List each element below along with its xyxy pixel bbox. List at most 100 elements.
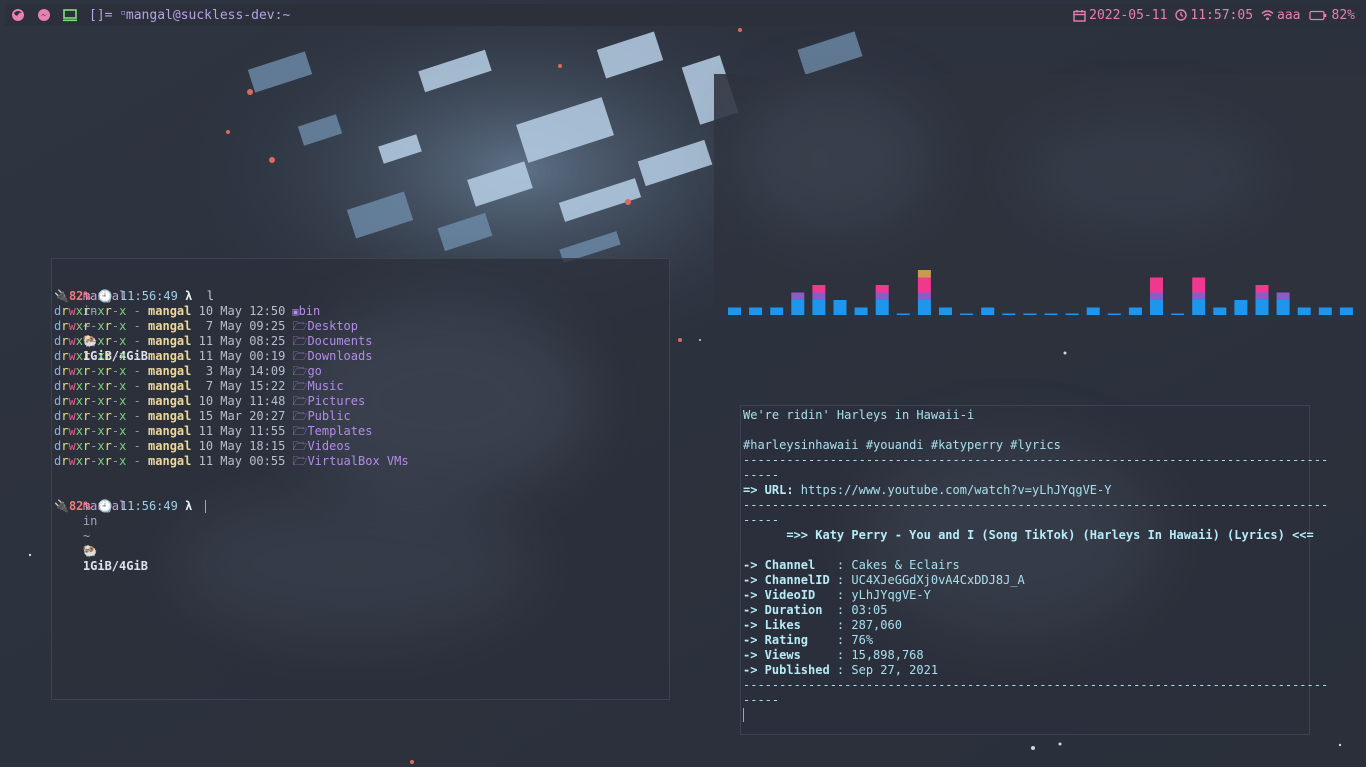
- listing-date: 10 May 12:50: [191, 304, 293, 318]
- prompt-battery: 82%: [68, 289, 91, 303]
- folder-icon: 🗁: [292, 454, 308, 468]
- listing-date: 7 May 15:22: [191, 379, 293, 393]
- spectrum-bar: [1044, 313, 1058, 315]
- wifi-label: aaa: [1277, 7, 1301, 23]
- listing-name[interactable]: VirtualBox VMs: [307, 454, 408, 468]
- field-label: -> VideoID: [743, 588, 830, 602]
- spectrum-bars: [728, 270, 1353, 315]
- folder-icon: 🗁: [292, 394, 308, 408]
- output-line: ----------------------------------------…: [743, 498, 1328, 513]
- listing-owner: mangal: [148, 319, 192, 333]
- output-text: ----------------------------------------…: [743, 498, 1329, 512]
- folder-icon: 🗁: [292, 424, 308, 438]
- spectrum-bar: [917, 270, 931, 315]
- listing-row: drwxr-xr-x - mangal 7 May 09:25 🗁Desktop: [54, 319, 359, 333]
- window-title: ▫mangal@suckless-dev:~: [120, 7, 291, 23]
- listing-date: 10 May 11:48: [191, 394, 293, 408]
- listing-date: 11 May 08:25: [191, 334, 293, 348]
- listing-permissions: drwxr-xr-x: [54, 454, 127, 468]
- field-label: -> Likes: [743, 618, 830, 632]
- field-label: -> Channel: [743, 558, 830, 572]
- output-line: -> ChannelID : UC4XJeGGdXj0vA4CxDDJ8J_A: [743, 573, 1025, 588]
- prompt-memory: 1GiB/4GiB: [82, 559, 148, 573]
- field-label: -> Rating: [743, 633, 830, 647]
- field-value: : 287,060: [829, 618, 902, 632]
- firefox-icon[interactable]: [5, 4, 31, 26]
- listing-name[interactable]: Music: [307, 379, 343, 393]
- listing-owner: mangal: [148, 349, 192, 363]
- prompt-line-input[interactable]: 🔌82% 🕘 11:56:49 λ: [54, 499, 206, 514]
- prompt-dir: ~: [82, 529, 91, 543]
- spectrum-bar: [1171, 313, 1185, 315]
- prompt-lambda: λ: [185, 289, 193, 303]
- listing-name[interactable]: bin: [299, 304, 321, 318]
- terminal-window-file-listing[interactable]: mangal in ~ 🐏 1GiB/4GiB 🔌82% 🕘 11:56:49 …: [51, 258, 670, 700]
- spectrum-bar: [833, 300, 847, 315]
- spectrum-bar: [1065, 313, 1079, 315]
- date-label: 2022-05-11: [1089, 7, 1168, 23]
- listing-name[interactable]: go: [307, 364, 321, 378]
- listing-permissions: drwxr-xr-x: [54, 334, 127, 348]
- prompt-line: mangal in ~ 🐏 1GiB/4GiB: [54, 484, 148, 573]
- messenger-icon[interactable]: [31, 4, 57, 26]
- spectrum-bar: [812, 285, 826, 315]
- listing-row: drwxr-xr-x - mangal 11 May 00:19 🗁Downlo…: [54, 349, 373, 363]
- spectrum-bar: [960, 313, 974, 315]
- output-line: =>> Katy Perry - You and I (Song TikTok)…: [743, 528, 1313, 543]
- spectrum-bar: [791, 292, 805, 315]
- spectrum-bar: [1002, 313, 1016, 315]
- listing-name[interactable]: Documents: [307, 334, 372, 348]
- spectrum-bar: [1150, 277, 1163, 315]
- listing-row: drwxr-xr-x - mangal 7 May 15:22 🗁Music: [54, 379, 344, 393]
- field-value: : Cakes & Eclairs: [829, 558, 960, 572]
- prompt-time: 11:56:49: [120, 289, 178, 303]
- spectrum-bar: [749, 307, 763, 315]
- spectrum-bar: [1023, 313, 1037, 315]
- listing-name[interactable]: Templates: [307, 424, 372, 438]
- folder-icon: 🗁: [292, 364, 308, 378]
- spectrum-bar: [1107, 313, 1121, 315]
- blurred-background: [172, 489, 532, 639]
- output-line: ----------------------------------------…: [743, 678, 1328, 693]
- listing-row: drwxr-xr-x - mangal 15 Mar 20:27 🗁Public: [54, 409, 351, 423]
- layout-indicator[interactable]: []=: [89, 8, 112, 23]
- folder-icon: 🗁: [292, 349, 308, 363]
- prompt-lambda: λ: [185, 499, 193, 513]
- text-cursor: [743, 708, 744, 722]
- output-text: ----------------------------------------…: [743, 453, 1329, 467]
- field-value: : 03:05: [829, 603, 888, 617]
- field-value: : yLhJYqgVE-Y: [829, 588, 931, 602]
- listing-name[interactable]: Downloads: [307, 349, 372, 363]
- audio-visualizer-window[interactable]: [714, 74, 1366, 320]
- listing-permissions: drwxr-xr-x: [54, 379, 127, 393]
- terminal-window-video-info[interactable]: We're ridin' Harleys in Hawaii-i #harleys…: [740, 405, 1328, 735]
- listing-row: drwxr-xr-x - mangal 10 May 18:15 🗁Videos: [54, 439, 351, 453]
- text-cursor: [204, 500, 206, 513]
- field-label: -> ChannelID: [743, 573, 830, 587]
- field-value: : Sep 27, 2021: [829, 663, 939, 677]
- terminal-icon[interactable]: [57, 4, 83, 26]
- field-value[interactable]: https://www.youtube.com/watch?v=yLhJYqgV…: [794, 483, 1112, 497]
- spectrum-bar: [939, 307, 952, 315]
- spectrum-bar: [1192, 277, 1206, 315]
- listing-permissions: drwxr-xr-x: [54, 424, 127, 438]
- listing-date: 10 May 18:15: [191, 439, 293, 453]
- prompt-line: mangal in ~ 🐏 1GiB/4GiB: [54, 274, 148, 363]
- spectrum-bar: [896, 313, 910, 315]
- listing-owner: mangal: [148, 439, 192, 453]
- status-bar: []= ▫mangal@suckless-dev:~ 2022-05-11 11…: [5, 4, 1361, 26]
- listing-owner: mangal: [148, 379, 192, 393]
- listing-owner: mangal: [148, 394, 192, 408]
- listing-name[interactable]: Pictures: [307, 394, 365, 408]
- folder-icon: 🗁: [292, 439, 308, 453]
- listing-row: drwxr-xr-x - mangal 10 May 12:50 ▣bin: [54, 304, 321, 318]
- output-line: -> Rating : 76%: [743, 633, 873, 648]
- output-line: -----: [743, 693, 779, 708]
- prompt-line-command: 🔌82% 🕘 11:56:49 λ l: [54, 289, 214, 304]
- listing-name[interactable]: Videos: [307, 439, 350, 453]
- listing-name[interactable]: Public: [307, 409, 350, 423]
- listing-name[interactable]: Desktop: [307, 319, 358, 333]
- field-value: : 76%: [829, 633, 874, 647]
- output-line: => URL: https://www.youtube.com/watch?v=…: [743, 483, 1111, 498]
- prompt-battery: 82%: [68, 499, 91, 513]
